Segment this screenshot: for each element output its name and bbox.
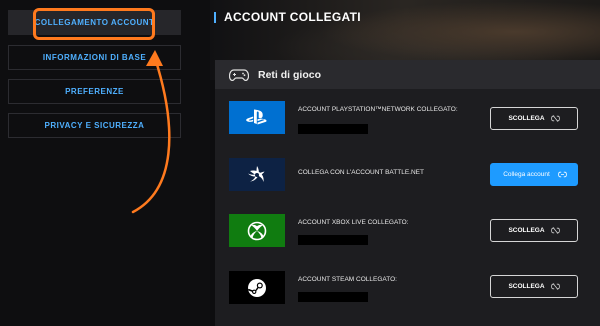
sidebar-item-label: PRIVACY E SICUREZZA	[44, 121, 145, 130]
network-row-steam: ACCOUNT STEAM COLLEGATO: SCOLLEGA	[215, 270, 600, 326]
highlight-box	[33, 8, 155, 40]
page-title: ACCOUNT COLLEGATI	[224, 10, 361, 24]
scollega-xbox-button[interactable]: SCOLLEGA	[490, 219, 578, 242]
scollega-playstation-button[interactable]: SCOLLEGA	[490, 107, 578, 130]
network-label: ACCOUNT XBOX LIVE COLLEGATO:	[298, 219, 409, 226]
network-row-xbox: ACCOUNT XBOX LIVE COLLEGATO: SCOLLEGA	[215, 213, 600, 269]
network-label: ACCOUNT PLAYSTATION™NETWORK COLLEGATO:	[298, 106, 458, 113]
collega-account-button[interactable]: Collega account	[490, 163, 578, 186]
gamepad-icon	[229, 68, 249, 81]
redacted-username	[298, 124, 368, 134]
main-content: ACCOUNT COLLEGATI Reti di gioco ACCOUNT …	[210, 0, 600, 326]
steam-icon	[229, 271, 285, 304]
link-icon	[557, 171, 567, 178]
redacted-username	[298, 235, 368, 245]
network-row-battlenet: COLLEGA CON L'ACCOUNT BATTLE.NET Collega…	[215, 157, 600, 213]
battlenet-icon	[229, 158, 285, 191]
xbox-icon	[229, 214, 285, 247]
gaming-networks-panel: Reti di gioco ACCOUNT PLAYSTATION™NETWOR…	[215, 60, 600, 326]
network-row-playstation: ACCOUNT PLAYSTATION™NETWORK COLLEGATO: S…	[215, 100, 600, 156]
unlink-icon	[550, 115, 560, 122]
button-label: SCOLLEGA	[508, 115, 545, 122]
sidebar-item-privacy-e-sicurezza[interactable]: PRIVACY E SICUREZZA	[8, 113, 181, 138]
playstation-icon	[229, 101, 285, 134]
button-label: SCOLLEGA	[508, 227, 545, 234]
button-label: Collega account	[503, 170, 550, 178]
sidebar-item-informazioni-di-base[interactable]: INFORMAZIONI DI BASE	[8, 45, 181, 70]
title-accent-bar	[214, 12, 216, 23]
network-label: COLLEGA CON L'ACCOUNT BATTLE.NET	[298, 169, 424, 176]
sidebar-item-preferenze[interactable]: PREFERENZE	[8, 79, 181, 104]
sidebar: COLLEGAMENTO ACCOUNT INFORMAZIONI DI BAS…	[0, 0, 210, 326]
sidebar-item-label: INFORMAZIONI DI BASE	[42, 53, 147, 62]
panel-header: Reti di gioco	[215, 60, 600, 89]
panel-title: Reti di gioco	[258, 68, 321, 81]
redacted-username	[298, 292, 368, 302]
sidebar-item-label: PREFERENZE	[65, 87, 124, 96]
unlink-icon	[550, 283, 560, 290]
network-label: ACCOUNT STEAM COLLEGATO:	[298, 276, 397, 283]
button-label: SCOLLEGA	[508, 283, 545, 290]
scollega-steam-button[interactable]: SCOLLEGA	[490, 275, 578, 298]
unlink-icon	[550, 227, 560, 234]
